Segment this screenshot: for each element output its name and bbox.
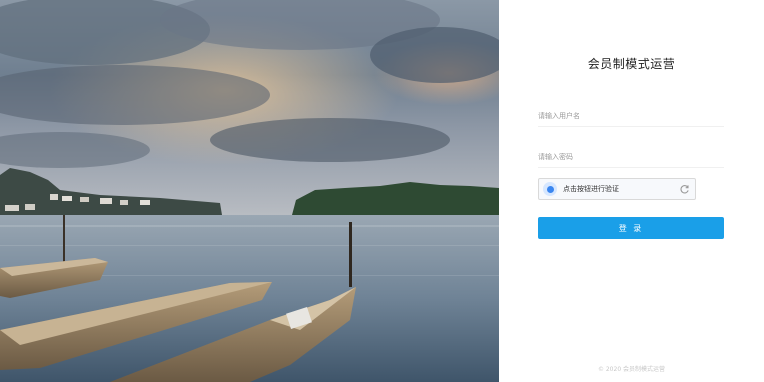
captcha-label: 点击按钮进行验证 <box>563 185 619 193</box>
captcha-verify-button[interactable]: 点击按钮进行验证 <box>538 178 696 200</box>
login-panel: 会员制模式运营 点击按钮进行验证 登 录 © 2020 会员制模式运营 <box>499 0 764 382</box>
radio-dot-inner <box>546 185 554 193</box>
lake-background-image <box>0 0 499 382</box>
password-input[interactable] <box>538 147 724 168</box>
refresh-icon[interactable] <box>678 183 690 195</box>
radio-dot-icon <box>543 182 557 196</box>
username-input[interactable] <box>538 106 724 127</box>
copyright-footer: © 2020 会员制模式运营 <box>597 366 666 373</box>
login-button[interactable]: 登 录 <box>538 217 724 239</box>
page-title: 会员制模式运营 <box>587 57 676 71</box>
lake-scene-illustration <box>0 0 499 382</box>
login-page: 会员制模式运营 点击按钮进行验证 登 录 © 2020 会员制模式运营 <box>0 0 764 382</box>
